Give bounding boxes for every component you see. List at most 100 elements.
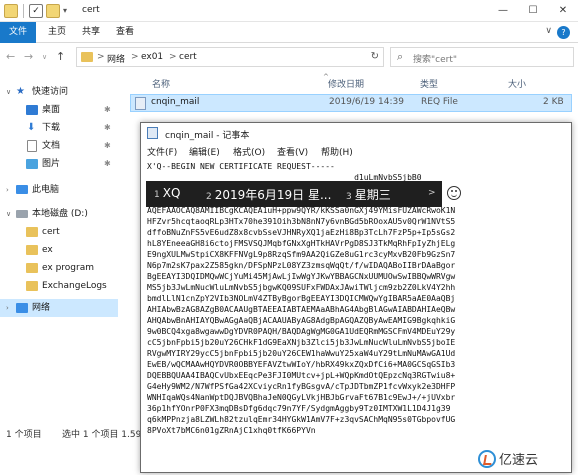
breadcrumb-network[interactable]: 网络 [107,52,125,65]
recent-locations-icon[interactable]: ∨ [42,53,47,61]
column-size[interactable]: 大小 [508,77,526,90]
ime-emoji-panel[interactable] [442,181,466,207]
text-line: N6p7m2sK7pax2Z585gkn/DFSpNPzL08YZ3zmsqWq… [147,261,456,270]
nav-folder-exchangelogs[interactable]: ExchangeLogs [0,277,118,295]
nav-folder-ex-program[interactable]: ex program [0,259,118,277]
tab-view[interactable]: 查看 [116,22,134,43]
nav-label: 下载 [42,123,61,133]
ime-candidate-text: 2019年6月19日 星... [214,188,332,202]
tab-home[interactable]: 主页 [48,22,66,43]
folder-icon [26,245,38,255]
nav-item-documents[interactable]: 文档 ✱ [0,137,118,155]
collapse-arrow-icon[interactable]: ∨ [6,205,11,223]
smiley-icon[interactable] [447,186,461,200]
text-line: AHQAbwBnAHIAYQBwAGgAaQBjACAAUAByAG8AdgBp… [147,316,456,325]
text-line: DQEBBQUAA4IBAQCvUbxEEqcPe3FJI0MUtcv+jpL+… [147,371,456,380]
nav-local-disk[interactable]: ∨ 本地磁盘 (D:) [0,205,118,223]
breadcrumb-cert[interactable]: cert [179,52,197,62]
text-line: EwEB/wQCMAAwHQYDVR0OBBYEFAVZtwWIoY/hbRX4… [147,360,456,369]
desktop-icon [26,105,38,115]
customize-toolbar-icon[interactable]: ▾ [63,4,67,18]
notepad-icon [147,127,158,139]
selection-info: 选中 1 个项目 1.59 [62,430,142,440]
nav-quick-access[interactable]: ∨ ★ 快速访问 [0,83,118,101]
quick-access-toolbar: ✓ ▾ [4,4,67,18]
address-bar[interactable]: > 网络 > ex01 > cert ↻ [76,47,384,67]
nav-label: 文档 [42,141,61,151]
watermark-text: 亿速云 [499,453,539,468]
nav-label: ExchangeLogs [42,281,107,291]
new-folder-icon[interactable] [46,4,60,18]
refresh-icon[interactable]: ↻ [371,51,379,62]
collapse-arrow-icon[interactable]: ∨ [6,83,11,101]
menu-file[interactable]: 文件(F) [147,145,177,158]
pin-icon[interactable]: ✱ [104,119,111,137]
expand-ribbon-icon[interactable]: ∨ [545,26,552,36]
pin-icon[interactable]: ✱ [104,137,111,155]
ribbon-tabs: 文件 主页 共享 查看 ∨ ? [0,22,578,43]
folder-icon[interactable] [4,4,18,18]
menu-view[interactable]: 查看(V) [277,145,308,158]
text-line: hL8YEneeaGH8i6ctojFMSVSQJMqbfGNxXgHTkHAV… [147,239,456,248]
properties-icon[interactable]: ✓ [29,4,43,18]
text-line: BgEEAYI3DQIDMQwWCjYuMi45MjAwLjIwWgYJKwYB… [147,272,456,281]
notepad-title: cnqin_mail - 记事本 [165,131,250,141]
ime-candidate[interactable]: 1 XQ [154,186,180,200]
nav-item-desktop[interactable]: 桌面 ✱ [0,101,118,119]
maximize-button[interactable]: ☐ [518,0,548,22]
forward-icon[interactable]: → [24,50,33,63]
tab-share[interactable]: 共享 [82,22,100,43]
menu-format[interactable]: 格式(O) [233,145,265,158]
ime-candidate[interactable]: 3 星期三 [346,186,391,203]
tab-file[interactable]: 文件 [0,22,36,43]
close-button[interactable]: ✕ [548,0,578,22]
ime-candidate-text: 星期三 [354,188,391,202]
document-icon [27,140,37,152]
text-line: AHIAbwBzAG8AZgB0ACAAUgBTAEEAIABTAEMAaABh… [147,305,456,314]
column-name[interactable]: 名称 [152,77,170,90]
column-type[interactable]: 类型 [420,77,438,90]
ime-candidate-text: XQ [162,186,181,200]
nav-label: 本地磁盘 (D:) [32,209,88,219]
computer-icon [16,185,28,194]
ime-candidate[interactable]: 2 2019年6月19日 星... [206,186,331,203]
notepad-window[interactable]: cnqin_mail - 记事本 文件(F) 编辑(E) 格式(O) 查看(V)… [140,122,572,473]
window-title: cert [82,5,100,15]
ime-candidate-number: 2 [206,192,212,202]
expand-arrow-icon[interactable]: › [6,181,9,199]
minimize-button[interactable]: — [488,0,518,22]
ime-candidate-number: 1 [154,190,160,200]
pin-icon[interactable]: ✱ [104,155,111,173]
breadcrumb-ex01[interactable]: ex01 [141,52,163,62]
menu-edit[interactable]: 编辑(E) [189,145,220,158]
nav-folder-ex[interactable]: ex [0,241,118,259]
nav-item-downloads[interactable]: ⬇ 下载 ✱ [0,119,118,137]
text-line: 36p1hfYOnrP0FX3mqDBsDfg6dqc79n7YF/SydgmA… [147,404,451,413]
file-row[interactable]: cnqin_mail 2019/6/19 14:39 REQ File 2 KB [130,94,572,112]
nav-this-pc[interactable]: › 此电脑 [0,181,118,199]
folder-icon [26,227,38,237]
search-box[interactable]: ⌕ 搜索"cert" [390,47,574,67]
expand-arrow-icon[interactable]: › [6,299,9,317]
text-line: MS5jb3JwLmNucWluLmNvbS5jbgwKQ09SUFxFWDAx… [147,283,456,292]
nav-folder-cert[interactable]: cert [0,223,118,241]
nav-label: 桌面 [42,105,61,115]
text-line: bmdlLlN1cnZpY2VIb3NOLmV4ZTByBgorBgEEAYI3… [147,294,456,303]
text-line: RVgwMYIRY29ycC5jbnFpbi5jb20uY26CEW1haWwu… [147,349,456,358]
up-icon[interactable]: ↑ [56,50,65,63]
ime-next-page-icon[interactable]: > [428,188,436,198]
nav-network[interactable]: › 网络 [0,299,118,317]
drive-icon [16,210,28,218]
file-type: REQ File [421,97,458,107]
menu-help[interactable]: 帮助(H) [321,145,353,158]
text-line: WNHIqaWQs4NanWptDQJBVQBhaJeN0QGyLVkjHBJb… [147,393,456,402]
column-date[interactable]: 修改日期 [328,77,364,90]
text-line: X'Q--BEGIN NEW CERTIFICATE REQUEST----- [147,162,335,171]
help-icon[interactable]: ? [557,26,570,39]
nav-item-pictures[interactable]: 图片 ✱ [0,155,118,173]
back-icon[interactable]: ← [6,50,15,63]
breadcrumb-separator: > [97,52,105,62]
nav-label: 快速访问 [32,87,69,97]
pin-icon[interactable]: ✱ [104,101,111,119]
search-input[interactable]: 搜索"cert" [413,52,457,65]
